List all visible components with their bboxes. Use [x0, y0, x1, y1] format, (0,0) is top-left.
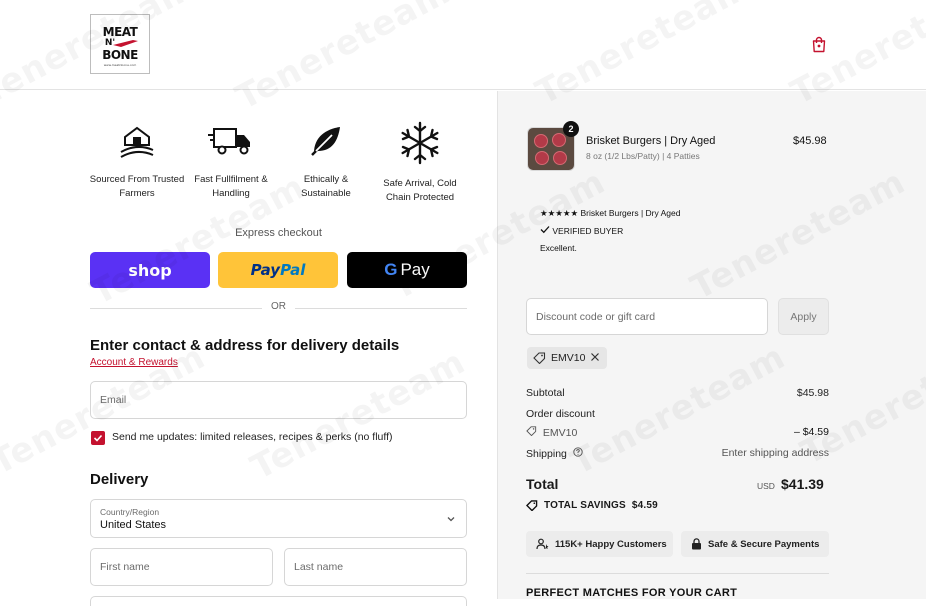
discount-code-input[interactable]: Discount code or gift card	[526, 298, 768, 335]
patty-shape	[534, 134, 548, 148]
savings-label: TOTAL SAVINGS	[544, 500, 626, 511]
product-price: $45.98	[793, 135, 827, 147]
shopping-bag-icon[interactable]	[811, 36, 827, 53]
delivery-title: Delivery	[90, 471, 149, 488]
feature-label: Sourced From Trusted Farmers	[89, 174, 185, 199]
site-header: MEAT N' BONE www.meatnbone.com	[0, 0, 926, 90]
subtotal-label: Subtotal	[526, 387, 565, 399]
subtotal-value: $45.98	[796, 387, 829, 399]
google-pay-button[interactable]: G Pay	[347, 252, 467, 288]
paypal-label-2: Pal	[280, 261, 306, 279]
total-label: Total	[526, 476, 559, 492]
order-summary: 2 Brisket Burgers | Dry Aged 8 oz (1/2 L…	[497, 91, 926, 599]
shop-pay-button[interactable]: shop	[90, 252, 210, 288]
savings-value: $4.59	[631, 500, 658, 511]
chevron-down-icon	[447, 517, 455, 522]
checkmark-icon	[93, 434, 103, 442]
country-select[interactable]: Country/Region United States	[90, 499, 467, 538]
tag-icon	[533, 352, 546, 364]
feature-sustainable: Ethically & Sustainable	[278, 121, 374, 201]
country-value: United States	[100, 519, 167, 531]
feature-fulfillment: Fast Fullfilment & Handling	[183, 121, 279, 201]
or-text: OR	[271, 301, 286, 312]
last-name-field[interactable]: Last name	[284, 548, 467, 586]
google-pay-label: Pay	[400, 260, 430, 279]
paypal-button[interactable]: Pay Pal	[218, 252, 338, 288]
updates-label: Send me updates: limited releases, recip…	[112, 431, 393, 443]
verified-label: VERIFIED BUYER	[552, 226, 624, 236]
divider	[526, 573, 829, 574]
paypal-label-1: Pay	[250, 261, 281, 279]
feature-cold-chain: Safe Arrival, Cold Chain Protected	[372, 121, 468, 205]
tag-icon	[526, 500, 538, 511]
logo-url: www.meatnbone.com	[103, 63, 137, 67]
feature-label: Fast Fullfilment & Handling	[194, 174, 268, 199]
google-g-icon: G	[384, 260, 398, 279]
truck-icon	[208, 128, 250, 155]
review-product: Brisket Burgers | Dry Aged	[580, 208, 681, 218]
secure-payments-badge: Safe & Secure Payments	[681, 531, 829, 557]
product-name: Brisket Burgers | Dry Aged	[586, 135, 716, 147]
patty-shape	[553, 151, 567, 165]
account-rewards-link[interactable]: Account & Rewards	[90, 357, 178, 368]
discount-code-row: EMV10 – $4.59	[526, 426, 829, 439]
shop-pay-label: shop	[128, 260, 172, 280]
feature-label: Ethically & Sustainable	[301, 174, 351, 199]
total-savings: TOTAL SAVINGS $4.59	[526, 500, 658, 511]
total-value: $41.39	[781, 476, 824, 492]
feature-label: Safe Arrival, Cold Chain Protected	[383, 178, 457, 203]
applied-code-chip: EMV10	[527, 347, 607, 369]
express-checkout-title: Express checkout	[235, 227, 322, 239]
users-icon	[536, 538, 549, 550]
address-field[interactable]	[90, 596, 467, 606]
updates-checkbox[interactable]	[91, 431, 105, 445]
perfect-matches-title: PERFECT MATCHES FOR YOUR CART	[526, 587, 738, 599]
logo[interactable]: MEAT N' BONE www.meatnbone.com	[90, 14, 150, 74]
verified-buyer: VERIFIED BUYER	[540, 225, 623, 236]
logo-line2: N'	[104, 38, 116, 48]
happy-customers-label: 115K+ Happy Customers	[555, 538, 667, 550]
patty-shape	[552, 133, 566, 147]
quantity-badge: 2	[563, 121, 579, 137]
barn-icon	[120, 126, 154, 158]
lock-icon	[692, 538, 701, 550]
discount-code-label: EMV10	[542, 427, 578, 439]
review-text: Excellent.	[540, 243, 577, 253]
review-header: ★★★★★ Brisket Burgers | Dry Aged	[540, 208, 680, 219]
order-discount-label: Order discount	[526, 408, 595, 420]
logo-line3: BONE	[102, 48, 138, 62]
checkmark-icon	[540, 226, 550, 234]
product-variant: 8 oz (1/2 Lbs/Patty) | 4 Patties	[586, 151, 700, 161]
first-name-field[interactable]: First name	[90, 548, 273, 586]
patty-shape	[535, 151, 549, 165]
total-currency: USD	[757, 481, 775, 491]
logo-line1: MEAT	[102, 25, 138, 39]
shipping-value: Enter shipping address	[721, 447, 829, 459]
email-field[interactable]: Email	[90, 381, 467, 419]
happy-customers-badge: 115K+ Happy Customers	[526, 531, 673, 557]
star-rating: ★★★★★	[540, 208, 579, 218]
or-divider: OR	[90, 301, 467, 315]
checkout-form: Sourced From Trusted Farmers Fast Fullfi…	[0, 91, 497, 606]
shipping-row: Shipping Enter shipping address	[526, 447, 829, 460]
tag-icon	[526, 426, 537, 437]
snowflake-icon	[401, 121, 439, 165]
shipping-label: Shipping	[526, 448, 567, 460]
close-icon[interactable]	[589, 351, 601, 363]
contact-title: Enter contact & address for delivery det…	[90, 337, 400, 354]
applied-code: EMV10	[551, 352, 586, 364]
secure-payments-label: Safe & Secure Payments	[708, 538, 820, 550]
apply-button[interactable]: Apply	[778, 298, 829, 335]
country-label: Country/Region	[100, 507, 160, 517]
help-icon[interactable]	[573, 447, 583, 457]
subtotal-row: Subtotal $45.98	[526, 387, 829, 399]
discount-value: – $4.59	[793, 426, 829, 438]
feature-farmers: Sourced From Trusted Farmers	[89, 121, 185, 201]
order-discount-row: Order discount	[526, 408, 829, 420]
leaf-icon	[311, 127, 340, 156]
